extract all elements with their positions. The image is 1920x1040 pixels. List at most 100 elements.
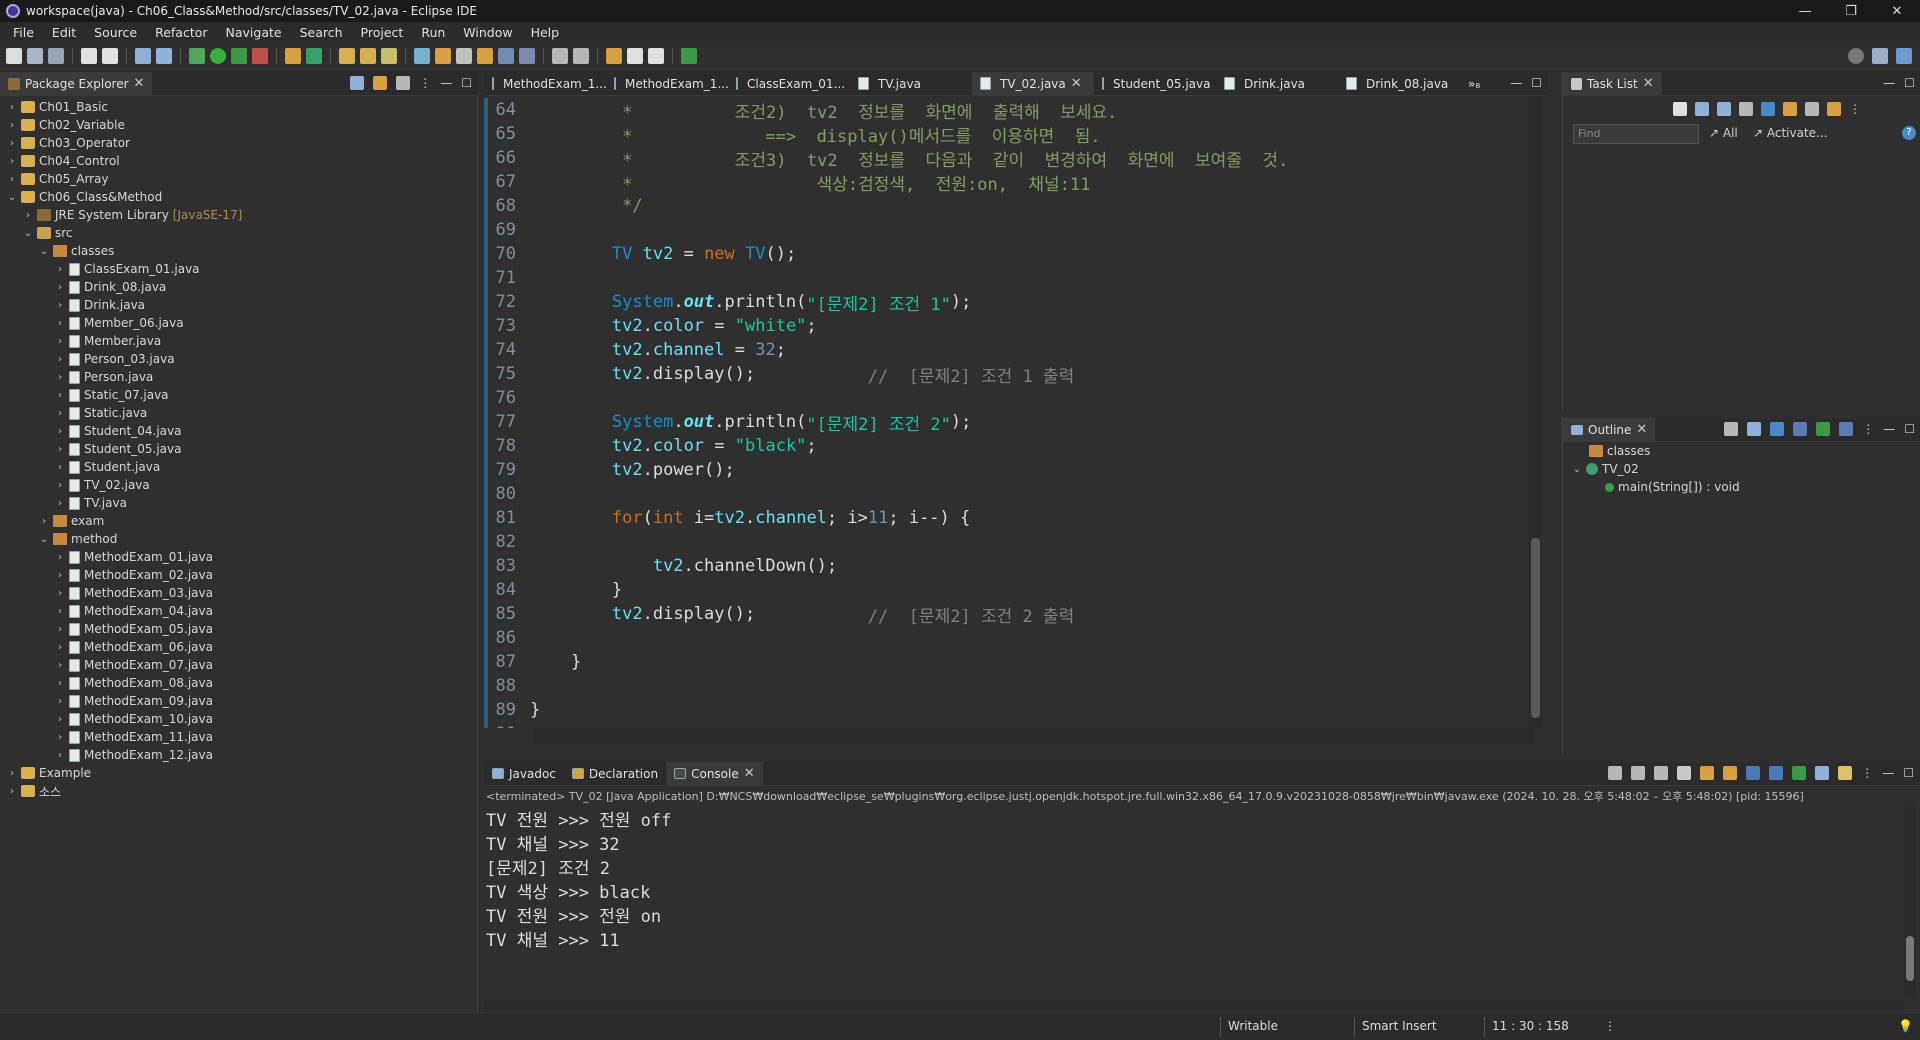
collapse-all-icon[interactable] xyxy=(1805,102,1819,116)
tree-item[interactable]: › exam xyxy=(0,512,478,530)
tab-task-list[interactable]: Task List ✕ xyxy=(1563,71,1662,96)
tree-item[interactable]: › ClassExam_01.java xyxy=(0,260,478,278)
skip-breakpoints-icon[interactable] xyxy=(156,47,172,64)
code-line[interactable]: 87 } xyxy=(484,650,1524,674)
code-line[interactable]: 85 tv2 .display(); // [문제2] 조건 2 출력 xyxy=(484,602,1524,627)
minimize-view-icon[interactable]: — xyxy=(440,76,452,90)
clear-console-icon[interactable] xyxy=(1677,766,1692,780)
open-perspective-icon[interactable] xyxy=(1872,48,1888,64)
focus-icon[interactable] xyxy=(1761,102,1775,116)
menu-edit[interactable]: Edit xyxy=(43,25,85,40)
code-line[interactable]: 90 xyxy=(484,722,1524,728)
chevron-down-icon[interactable]: ⌄ xyxy=(38,246,50,257)
tree-item[interactable]: › MethodExam_08.java xyxy=(0,674,478,692)
tree-item[interactable]: › Ch01_Basic xyxy=(0,98,478,116)
close-icon[interactable]: ✕ xyxy=(1636,422,1647,437)
chevron-right-icon[interactable]: › xyxy=(54,714,66,725)
maximize-view-icon[interactable]: ☐ xyxy=(1904,76,1915,90)
tree-item[interactable]: › Ch04_Control xyxy=(0,152,478,170)
tab-outline[interactable]: Outline ✕ xyxy=(1563,417,1656,442)
tree-item[interactable]: › MethodExam_10.java xyxy=(0,710,478,728)
code-area[interactable]: 64 * 조건2) tv2 정보를 화면에 출력해 보세요. 65 * ==> d… xyxy=(484,98,1524,728)
chevron-right-icon[interactable]: › xyxy=(6,174,18,185)
chevron-right-icon[interactable]: › xyxy=(54,642,66,653)
remove-launch-icon[interactable] xyxy=(1631,766,1646,780)
code-line[interactable]: 77 System. out .println("[문제2] 조건 2"); xyxy=(484,410,1524,435)
scroll-thumb[interactable] xyxy=(1906,936,1914,981)
task-activate-link[interactable]: ↗ Activate... xyxy=(1753,126,1828,140)
editor-tab[interactable]: Drink.java xyxy=(1216,72,1338,96)
code-line[interactable]: 78 tv2. color = "black"; xyxy=(484,434,1524,458)
tree-item[interactable]: › Ch02_Variable xyxy=(0,116,478,134)
tree-item[interactable]: › TV.java xyxy=(0,494,478,512)
outline-item-class[interactable]: ⌄ TV_02 xyxy=(1571,460,1639,478)
task-filter-all[interactable]: ↗ All xyxy=(1709,126,1738,140)
chevron-right-icon[interactable]: › xyxy=(54,282,66,293)
toggle-mark-occurrences-icon[interactable] xyxy=(414,47,430,64)
chevron-right-icon[interactable]: › xyxy=(54,444,66,455)
code-line[interactable]: 79 tv2 .power(); xyxy=(484,458,1524,482)
editor-tab[interactable]: Student_05.java xyxy=(1094,72,1216,96)
code-line[interactable]: 70 TV tv2 = new TV (); xyxy=(484,242,1524,266)
code-line[interactable]: 83 tv2 .channelDown(); xyxy=(484,554,1524,578)
external-tools-icon[interactable] xyxy=(252,47,268,64)
maximize-button[interactable]: ❐ xyxy=(1828,0,1874,22)
code-line[interactable]: 88 xyxy=(484,674,1524,698)
help-icon[interactable]: ? xyxy=(1902,126,1916,140)
pilcrow-icon[interactable] xyxy=(498,47,514,64)
code-line[interactable]: 64 * 조건2) tv2 정보를 화면에 출력해 보세요. xyxy=(484,98,1524,123)
sort-icon[interactable] xyxy=(1783,102,1797,116)
chevron-right-icon[interactable]: › xyxy=(54,678,66,689)
code-line[interactable]: 74 tv2. channel = 32; xyxy=(484,338,1524,362)
code-line[interactable]: 73 tv2. color = "white"; xyxy=(484,314,1524,338)
editor-tab[interactable]: TV_02.java ✕ xyxy=(972,71,1094,96)
editor-tab[interactable]: MethodExam_1... xyxy=(606,72,729,96)
tab-package-explorer[interactable]: Package Explorer ✕ xyxy=(0,71,153,96)
close-icon[interactable]: ✕ xyxy=(134,76,145,91)
synchronize-icon[interactable] xyxy=(1827,102,1841,116)
tree-item[interactable]: ⌄ Ch06_Class&Method xyxy=(0,188,478,206)
hide-static-icon[interactable] xyxy=(1793,422,1808,436)
tree-item[interactable]: › Example xyxy=(0,764,478,782)
undo-icon[interactable] xyxy=(81,47,97,64)
tree-item[interactable]: › MethodExam_07.java xyxy=(0,656,478,674)
tree-item[interactable]: › TV_02.java xyxy=(0,476,478,494)
java-perspective-icon[interactable] xyxy=(1896,48,1912,64)
menu-run[interactable]: Run xyxy=(412,25,454,40)
maximize-view-icon[interactable]: ☐ xyxy=(1903,766,1914,780)
console-vertical-scrollbar[interactable] xyxy=(1904,806,1916,996)
tip-bulb-icon[interactable]: 💡 xyxy=(1898,1019,1913,1033)
scroll-lock-icon[interactable] xyxy=(1700,766,1715,780)
tree-item[interactable]: › Drink.java xyxy=(0,296,478,314)
chevron-right-icon[interactable]: › xyxy=(6,102,18,113)
code-line[interactable]: 84 } xyxy=(484,578,1524,602)
chevron-right-icon[interactable]: › xyxy=(54,588,66,599)
tree-item[interactable]: › Person.java xyxy=(0,368,478,386)
debug-icon[interactable] xyxy=(189,47,205,64)
menu-source[interactable]: Source xyxy=(85,25,146,40)
code-line[interactable]: 76 xyxy=(484,386,1524,410)
maximize-view-icon[interactable]: ☐ xyxy=(461,76,472,90)
tree-item[interactable]: › Member.java xyxy=(0,332,478,350)
search-icon[interactable] xyxy=(1848,48,1864,64)
minimize-view-icon[interactable]: — xyxy=(1883,76,1895,90)
chevron-right-icon[interactable]: › xyxy=(54,606,66,617)
chevron-right-icon[interactable]: › xyxy=(54,354,66,365)
menu-refactor[interactable]: Refactor xyxy=(146,25,216,40)
chevron-right-icon[interactable]: › xyxy=(54,426,66,437)
code-line[interactable]: 68 */ xyxy=(484,194,1524,218)
tree-item[interactable]: ⌄ method xyxy=(0,530,478,548)
minimize-view-icon[interactable]: — xyxy=(1882,766,1894,780)
close-window-button[interactable]: ✕ xyxy=(1874,0,1920,22)
chevron-down-icon[interactable]: ⌄ xyxy=(22,228,34,239)
show-on-stderr-icon[interactable] xyxy=(1769,766,1784,780)
open-console-icon[interactable] xyxy=(1838,766,1853,780)
open-task-icon[interactable] xyxy=(360,47,376,64)
chevron-right-icon[interactable]: › xyxy=(22,210,34,221)
code-line[interactable]: 82 xyxy=(484,530,1524,554)
chevron-right-icon[interactable]: › xyxy=(54,300,66,311)
chevron-right-icon[interactable]: › xyxy=(54,750,66,761)
code-line[interactable]: 81 for(int i= tv2. channel; i> 11; i--) { xyxy=(484,506,1524,530)
close-icon[interactable]: ✕ xyxy=(1071,76,1082,91)
code-line[interactable]: 80 xyxy=(484,482,1524,506)
